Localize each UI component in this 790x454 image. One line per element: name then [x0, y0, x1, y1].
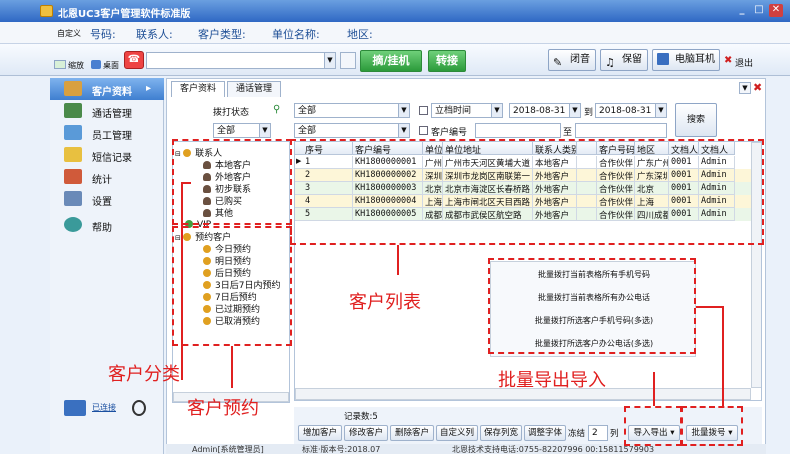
freeze-label: 冻结 [568, 429, 586, 439]
close-panel-icon[interactable]: ✖ [753, 81, 762, 94]
close-button[interactable]: ✕ [769, 4, 783, 17]
info-label-company: 单位名称: [272, 28, 320, 41]
desktop-icon[interactable] [91, 60, 101, 69]
nav-item-stats[interactable]: 统计 [50, 166, 164, 188]
phone-icon[interactable]: ☎ [124, 51, 144, 69]
transfer-button[interactable]: 转接 [428, 50, 466, 72]
status-version: 标准·版本号:2018.07 [302, 445, 381, 454]
info-label-type: 客户类型: [198, 28, 246, 41]
connection-status: 已连接 [92, 403, 116, 412]
nav-item-help[interactable]: 帮助 [50, 214, 164, 236]
annotation-label-batch: 批量导出导入 [498, 370, 606, 391]
annotation-label-appointment: 客户预约 [187, 398, 259, 419]
adjust-font-button[interactable]: 调整字体 [524, 425, 566, 441]
dial-hangup-button[interactable]: 摘/挂机 [360, 50, 422, 72]
sub-category-select[interactable]: 全部 ▼ [294, 123, 410, 138]
app-logo-icon [40, 5, 53, 17]
info-label-region: 地区: [347, 28, 373, 41]
annotation-box-list [290, 139, 764, 245]
range-to-label: 至 [563, 128, 573, 138]
nav-item-customers[interactable]: 客户资料 ▸ [50, 78, 164, 100]
custom-columns-button[interactable]: 自定义列 [436, 425, 478, 441]
nav-item-staff[interactable]: 员工管理 [50, 122, 164, 144]
chevron-down-icon[interactable]: ▼ [739, 82, 751, 94]
annotation-line-batch-import [653, 372, 655, 406]
left-navigation: 客户资料 ▸ 通话管理 员工管理 短信记录 统计 设置 帮助 已连接 [50, 78, 164, 454]
nav-item-sms[interactable]: 短信记录 [50, 144, 164, 166]
annotation-box-batch [681, 406, 743, 446]
desktop-label[interactable]: 桌面 [103, 60, 119, 71]
minimize-button[interactable]: _ [735, 4, 749, 17]
archive-time-select[interactable]: 立档时间 ▼ [431, 103, 503, 118]
settings-icon [64, 191, 82, 206]
info-label-contact: 联系人: [136, 28, 173, 41]
pc-icon [64, 400, 86, 416]
headset-button[interactable]: 电脑耳机 [652, 49, 720, 71]
mute-button[interactable]: ✎ 闭音 [548, 49, 596, 71]
search-button[interactable]: 搜索 [675, 103, 717, 137]
search-icon[interactable]: ⚲ [273, 104, 280, 115]
annotation-line-classify-h [181, 182, 191, 184]
category-select[interactable]: 全部 ▼ [213, 123, 271, 138]
exit-button[interactable]: 退出 [735, 56, 753, 69]
customer-no-from-input[interactable] [475, 123, 561, 138]
annotation-box-appointment [172, 226, 292, 346]
toolbar: 缩放 桌面 ☎ ▼ 摘/挂机 转接 ✎ 闭音 ♫ 保留 电脑耳机 ✖ 退出 [0, 44, 790, 76]
freeze-columns-stepper[interactable]: 2 [588, 425, 608, 441]
sms-icon [64, 147, 82, 162]
annotation-box-import [624, 406, 682, 446]
status-user: Admin[系统管理员] [192, 445, 264, 454]
column-label: 列 [610, 429, 619, 439]
call-icon [64, 103, 82, 118]
annotation-label-list: 客户列表 [349, 292, 421, 313]
title-bar: 北恩UC3客户管理软件标准版 _ □ ✕ [0, 0, 790, 22]
tab-call-management[interactable]: 通话管理 [227, 81, 281, 97]
save-column-width-button[interactable]: 保存列宽 [480, 425, 522, 441]
keypad-icon[interactable] [340, 52, 356, 69]
headset-status-icon [132, 400, 146, 416]
customer-no-to-input[interactable] [575, 123, 667, 138]
dial-status-label: 拨打状态 [213, 108, 250, 118]
info-label-number: 号码: [90, 28, 116, 41]
nav-item-settings[interactable]: 设置 [50, 188, 164, 210]
dial-status-select[interactable]: 全部 ▼ [294, 103, 410, 118]
edit-customer-button[interactable]: 修改客户 [344, 425, 388, 441]
date-to-input[interactable]: 2018-08-31 ▼ [595, 103, 667, 118]
to-label: 到 [584, 108, 594, 118]
caller-info-bar: 自定义 号码: 联系人: 客户类型: 单位名称: 地区: [0, 22, 790, 44]
annotation-line-menu-v [722, 306, 724, 406]
help-icon [64, 217, 82, 232]
customize-link[interactable]: 自定义 [57, 28, 81, 39]
customer-no-checkbox[interactable] [419, 126, 428, 135]
record-count: 记录数:5 [344, 412, 378, 422]
tab-customer-data[interactable]: 客户资料 [171, 81, 225, 97]
chart-icon [64, 169, 82, 184]
archive-time-checkbox[interactable] [419, 106, 428, 115]
add-customer-button[interactable]: 增加客户 [298, 425, 342, 441]
shrink-icon[interactable] [54, 60, 66, 69]
headphone-icon: ♫ [605, 56, 615, 69]
annotation-line-menu-h [696, 306, 724, 308]
customer-icon [64, 81, 82, 96]
dial-number-input[interactable]: ▼ [146, 52, 336, 69]
hold-button[interactable]: ♫ 保留 [600, 49, 648, 71]
computer-icon [657, 53, 669, 65]
nav-item-calls[interactable]: 通话管理 [50, 100, 164, 122]
date-from-input[interactable]: 2018-08-31 ▼ [509, 103, 581, 118]
mute-icon: ✎ [553, 56, 563, 69]
staff-icon [64, 125, 82, 140]
annotation-line-classify [181, 182, 183, 380]
delete-customer-button[interactable]: 删除客户 [390, 425, 434, 441]
window-title: 北恩UC3客户管理软件标准版 [58, 9, 191, 20]
status-support: 北恩技术支持电话:0755-82207996 00:15811579903 [452, 445, 655, 454]
exit-icon[interactable]: ✖ [724, 55, 732, 66]
annotation-line-appointment [231, 346, 233, 388]
annotation-line-list [397, 245, 399, 275]
maximize-button[interactable]: □ [752, 4, 766, 17]
shrink-label[interactable]: 缩放 [68, 60, 84, 71]
annotation-label-classify: 客户分类 [108, 364, 180, 385]
customer-no-label: 客户编号 [431, 128, 468, 138]
annotation-box-menu [488, 258, 696, 354]
